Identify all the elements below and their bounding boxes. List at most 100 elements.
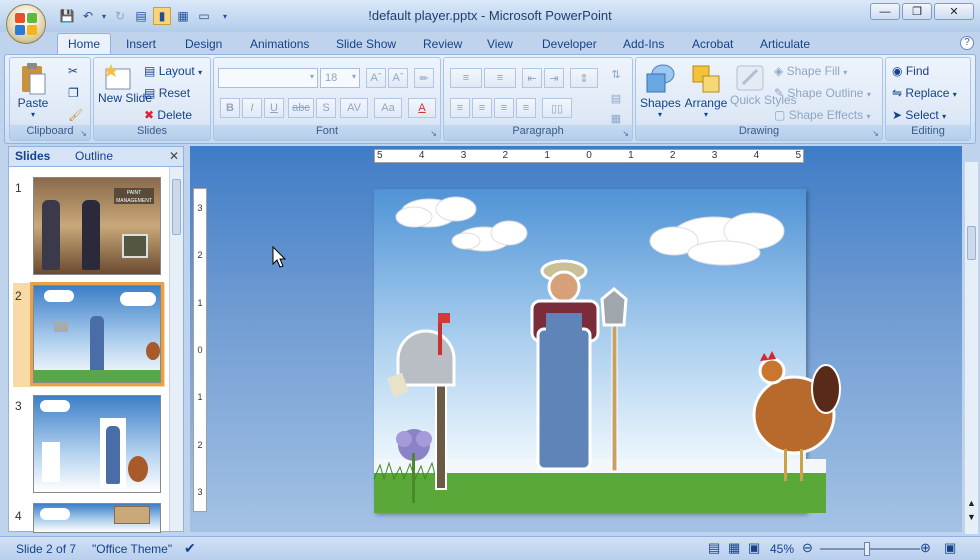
copy-icon[interactable]: ❐: [68, 86, 79, 100]
slide-thumbnail-3[interactable]: [33, 395, 161, 493]
slide-number: 3: [15, 399, 22, 413]
slide-scroll-thumb[interactable]: [967, 226, 976, 260]
decrease-indent-icon[interactable]: ⇤: [522, 68, 542, 88]
shadow-button[interactable]: S: [316, 98, 336, 118]
bullets-icon[interactable]: ≡: [450, 68, 482, 88]
slides-pane-scrollbar[interactable]: [169, 167, 183, 531]
align-right-icon[interactable]: ≡: [494, 98, 514, 118]
tab-developer[interactable]: Developer: [542, 35, 597, 53]
quick-styles-button[interactable]: Quick Styles: [730, 62, 797, 106]
select-label: Select: [905, 108, 939, 122]
zoom-slider-thumb[interactable]: [864, 542, 870, 556]
tab-insert[interactable]: Insert: [126, 35, 156, 53]
shape-effects-button[interactable]: ▢ Shape Effects ▾: [774, 108, 871, 122]
pane-close-icon[interactable]: ✕: [169, 149, 179, 163]
bold-button[interactable]: B: [220, 98, 240, 118]
reset-icon: ▤: [144, 86, 156, 100]
tab-articulate[interactable]: Articulate: [760, 35, 810, 53]
tab-add-ins[interactable]: Add-Ins: [623, 35, 664, 53]
minimize-icon[interactable]: —: [870, 3, 900, 20]
paragraph-group: ≡ ≡ ⇤ ⇥ ⇕ ⇅ ≡ ≡ ≡ ≡ ▯▯ ▤ ▦ Paragraph ↘: [443, 57, 633, 141]
font-launcher-icon[interactable]: ↘: [430, 129, 437, 138]
slide-thumbnail-1[interactable]: PAINT MANAGEMENT: [33, 177, 161, 275]
font-size-combo[interactable]: 18 ▾: [320, 68, 360, 88]
font-name-combo[interactable]: ▾: [218, 68, 318, 88]
zoom-slider[interactable]: [820, 548, 920, 550]
spelling-check-icon[interactable]: ✔: [184, 540, 196, 557]
close-icon[interactable]: ✕: [934, 3, 974, 20]
tab-review[interactable]: Review: [423, 35, 462, 53]
tab-view[interactable]: View: [487, 35, 513, 53]
zoom-level[interactable]: 45%: [770, 542, 794, 556]
justify-icon[interactable]: ≡: [516, 98, 536, 118]
slide-sorter-icon[interactable]: ▦: [728, 540, 740, 556]
shrink-font-icon[interactable]: Aˇ: [388, 68, 408, 88]
drawing-group: Shapes ▾ Arrange ▾ Quick Styles ◈ Shape …: [635, 57, 883, 141]
help-icon[interactable]: ?: [960, 36, 974, 50]
zoom-in-icon[interactable]: ⊕: [920, 540, 931, 556]
tab-design[interactable]: Design: [185, 35, 222, 53]
tab-animations[interactable]: Animations: [250, 35, 309, 53]
layout-button[interactable]: ▤ Layout ▾: [144, 64, 202, 78]
tab-outline[interactable]: Outline: [75, 149, 113, 163]
new-slide-button[interactable]: New Slide: [98, 62, 152, 105]
slides-pane-scroll-thumb[interactable]: [172, 179, 181, 235]
editing-group-label: Editing: [886, 125, 970, 140]
line-spacing-icon[interactable]: ⇕: [570, 68, 598, 88]
paragraph-launcher-icon[interactable]: ↘: [622, 129, 629, 138]
clipboard-launcher-icon[interactable]: ↘: [80, 129, 87, 138]
grow-font-icon[interactable]: Aˆ: [366, 68, 386, 88]
reset-label: Reset: [158, 86, 191, 100]
window-title: !default player.pptx - Microsoft PowerPo…: [368, 8, 612, 23]
paste-button[interactable]: Paste ▾: [16, 62, 50, 119]
slide-number: 1: [15, 181, 22, 195]
slide-scrollbar[interactable]: ▲ ▼: [964, 162, 978, 534]
find-button[interactable]: ◉ Find: [892, 64, 929, 78]
slide-show-view-icon[interactable]: ▣: [748, 540, 760, 556]
change-case-button[interactable]: Aa: [374, 98, 402, 118]
tab-acrobat[interactable]: Acrobat: [692, 35, 733, 53]
tab-slides[interactable]: Slides: [15, 149, 50, 163]
slide-thumbnail-4[interactable]: [33, 503, 161, 533]
fit-to-window-icon[interactable]: ▣: [944, 540, 956, 556]
format-painter-icon[interactable]: 🖌: [68, 108, 83, 122]
font-color-icon[interactable]: A: [408, 98, 436, 118]
previous-slide-icon[interactable]: ▲: [967, 498, 976, 508]
delete-button[interactable]: ✖ Delete: [144, 108, 192, 122]
drawing-launcher-icon[interactable]: ↘: [872, 129, 879, 138]
status-bar: Slide 2 of 7 "Office Theme" ✔ ▤ ▦ ▣ 45% …: [0, 536, 980, 560]
shape-outline-label: Shape Outline: [787, 86, 864, 100]
slide-thumbnail-2[interactable]: [30, 282, 164, 386]
arrange-button[interactable]: Arrange ▾: [684, 62, 728, 119]
tab-slide-show[interactable]: Slide Show: [336, 35, 396, 53]
char-spacing-button[interactable]: AV: [340, 98, 368, 118]
numbering-icon[interactable]: ≡: [484, 68, 516, 88]
columns-icon[interactable]: ▯▯: [542, 98, 572, 118]
underline-button[interactable]: U: [264, 98, 284, 118]
next-slide-icon[interactable]: ▼: [967, 512, 976, 522]
binoculars-icon: ◉: [892, 64, 903, 78]
shape-outline-button[interactable]: ✎ Shape Outline ▾: [774, 86, 871, 100]
align-left-icon[interactable]: ≡: [450, 98, 470, 118]
italic-button[interactable]: I: [242, 98, 262, 118]
align-text-icon[interactable]: ▤: [604, 88, 628, 108]
increase-indent-icon[interactable]: ⇥: [544, 68, 564, 88]
zoom-out-icon[interactable]: ⊖: [802, 540, 813, 556]
select-button[interactable]: ➤ Select ▾: [892, 108, 946, 122]
reset-button[interactable]: ▤ Reset: [144, 86, 190, 100]
text-direction-icon[interactable]: ⇅: [604, 64, 628, 84]
office-button[interactable]: [6, 4, 46, 44]
replace-button[interactable]: ⇋ Replace ▾: [892, 86, 957, 100]
shapes-button[interactable]: Shapes ▾: [640, 62, 681, 119]
clear-format-icon[interactable]: ✏: [414, 68, 434, 88]
shape-fill-button[interactable]: ◈ Shape Fill ▾: [774, 64, 847, 78]
current-slide[interactable]: [373, 189, 841, 513]
new-slide-icon: [104, 64, 131, 90]
window-controls: — ❐ ✕: [870, 3, 974, 20]
align-center-icon[interactable]: ≡: [472, 98, 492, 118]
restore-icon[interactable]: ❐: [902, 3, 932, 20]
strikethrough-button[interactable]: abc: [288, 98, 314, 118]
cut-icon[interactable]: ✂: [68, 64, 78, 78]
tab-home[interactable]: Home: [57, 33, 112, 55]
normal-view-icon[interactable]: ▤: [708, 540, 720, 556]
